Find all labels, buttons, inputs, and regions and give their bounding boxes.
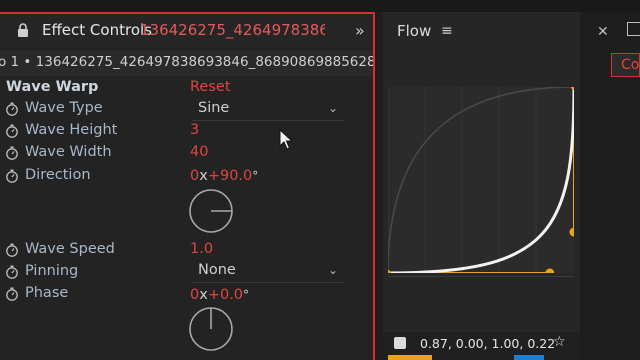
direction-degree-symbol: °: [252, 169, 259, 183]
stopwatch-icon[interactable]: [5, 169, 19, 183]
bezier-values[interactable]: 0.87, 0.00, 1.00, 0.22: [420, 336, 555, 351]
pinning-value: None: [198, 262, 236, 278]
effect-controls-tab[interactable]: Effect Controls: [42, 21, 152, 39]
effect-name[interactable]: Wave Warp: [6, 79, 98, 95]
wave-speed-value[interactable]: 1.0: [190, 241, 213, 257]
panel-maximize-icon[interactable]: [627, 22, 640, 36]
mouse-cursor-icon: [279, 129, 293, 150]
wave-height-value[interactable]: 3: [190, 122, 199, 138]
pinning-dropdown[interactable]: None ⌄: [192, 262, 344, 283]
chevron-down-icon: ⌄: [327, 263, 338, 277]
direction-degrees[interactable]: +90.0: [208, 168, 252, 184]
wave-width-value[interactable]: 40: [190, 144, 208, 160]
stopwatch-icon[interactable]: [5, 102, 19, 116]
stopwatch-icon[interactable]: [5, 287, 19, 301]
phase-revolutions[interactable]: 0: [190, 287, 199, 303]
preset-swatch-yellow[interactable]: [388, 355, 432, 360]
direction-revolutions[interactable]: 0: [190, 168, 199, 184]
double-chevron-right-icon[interactable]: »: [355, 21, 365, 40]
wave-height-label: Wave Height: [25, 122, 118, 138]
star-icon[interactable]: ☆: [553, 334, 566, 350]
stopwatch-icon[interactable]: [5, 146, 19, 160]
stopwatch-icon[interactable]: [5, 243, 19, 257]
wave-type-dropdown[interactable]: Sine ⌄: [192, 100, 344, 121]
phase-degree-symbol: °: [243, 288, 250, 302]
direction-label: Direction: [25, 167, 91, 183]
phase-value[interactable]: 0x+0.0°: [190, 284, 249, 303]
phase-degrees[interactable]: +0.0: [208, 287, 243, 303]
phase-label: Phase: [25, 285, 69, 301]
wave-type-label: Wave Type: [25, 100, 103, 116]
flow-tab[interactable]: Flow: [397, 22, 431, 40]
pinning-label: Pinning: [25, 263, 79, 279]
wave-width-label: Wave Width: [25, 144, 112, 160]
lock-icon[interactable]: [17, 23, 29, 37]
preset-swatch-blue[interactable]: [514, 355, 544, 360]
stopwatch-icon[interactable]: [5, 265, 19, 279]
layer-path: o 1 • 136426275_426497838693846_86890869…: [0, 54, 373, 70]
direction-x-separator: x: [199, 168, 208, 184]
graph-baseline: [388, 276, 574, 277]
phase-dial[interactable]: [188, 306, 234, 352]
chevron-down-icon: ⌄: [327, 101, 338, 115]
reset-button[interactable]: Reset: [190, 79, 231, 95]
close-icon[interactable]: ✕: [597, 24, 609, 40]
hamburger-menu-icon[interactable]: ≡: [441, 23, 453, 39]
direction-dial[interactable]: [188, 188, 234, 234]
stopwatch-icon[interactable]: [5, 124, 19, 138]
right-panel-tab-label[interactable]: Co: [621, 57, 639, 73]
flow-curve-graph[interactable]: [388, 87, 574, 273]
direction-value[interactable]: 0x+90.0°: [190, 165, 258, 184]
top-toolbar-strip: [0, 0, 640, 12]
wave-type-value: Sine: [198, 100, 230, 116]
flow-apply-icon[interactable]: [394, 337, 406, 349]
graph-background: [388, 87, 574, 273]
wave-speed-label: Wave Speed: [25, 241, 115, 257]
effect-controls-source-layer[interactable]: 136426275_426497838693: [140, 21, 325, 39]
phase-x-separator: x: [199, 287, 208, 303]
